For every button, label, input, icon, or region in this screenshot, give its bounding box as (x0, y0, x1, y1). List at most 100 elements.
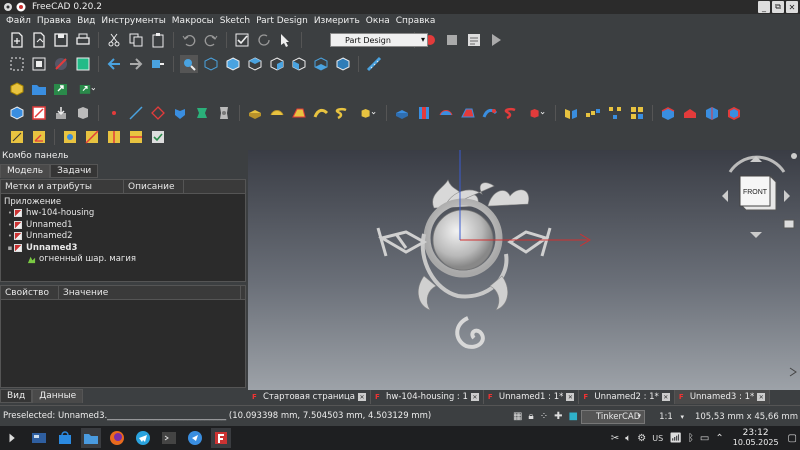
menu-windows[interactable]: Окна (363, 16, 393, 26)
polar-pattern-icon[interactable] (606, 104, 624, 122)
workbench-selector[interactable]: Part Design ▾ (330, 33, 428, 47)
bluetooth-icon[interactable]: ᛒ (688, 433, 694, 444)
sync-view-icon[interactable] (149, 55, 167, 73)
pocket-icon[interactable] (393, 104, 411, 122)
doc-tab-unnamed2[interactable]: F Unnamed2 : 1* ✕ (579, 390, 675, 404)
recompute-icon[interactable] (255, 31, 273, 49)
doc-tab-start[interactable]: F Стартовая страница ✕ (248, 390, 371, 404)
tree-item-unnamed2[interactable]: • Unnamed2 (1, 231, 245, 243)
chamfer-icon[interactable] (681, 104, 699, 122)
measure-linear-icon[interactable] (8, 128, 26, 146)
close-icon[interactable]: ✕ (470, 393, 479, 401)
linear-pattern-icon[interactable] (584, 104, 602, 122)
desktop-icon[interactable]: ▢ (788, 433, 797, 444)
menu-view[interactable]: Вид (74, 16, 98, 26)
refresh-check-icon[interactable] (233, 31, 251, 49)
back-arrow-icon[interactable] (105, 55, 123, 73)
prop-col-value[interactable]: Значение (59, 286, 241, 299)
block-icon[interactable]: ■ (569, 411, 578, 422)
cube-arrow-down-icon[interactable] (750, 232, 762, 238)
datum-plane-icon[interactable] (149, 104, 167, 122)
create-sketch-icon[interactable] (30, 104, 48, 122)
additive-primitive-icon[interactable] (356, 104, 380, 122)
open-document-icon[interactable] (30, 31, 48, 49)
cube-face-front[interactable]: FRONT (743, 189, 768, 196)
draft-icon[interactable] (703, 104, 721, 122)
stop-macro-icon[interactable] (443, 31, 461, 49)
macro-editor-icon[interactable] (465, 31, 483, 49)
tree-expand-icon[interactable]: • (6, 209, 14, 217)
kde-menu-icon[interactable] (3, 2, 13, 12)
telegram-icon[interactable] (133, 428, 153, 448)
wifi-icon[interactable]: 📶︎ (669, 433, 682, 444)
save-icon[interactable] (52, 31, 70, 49)
tree-expand-icon[interactable]: • (6, 232, 14, 240)
kde-connect-icon[interactable] (185, 428, 205, 448)
view-top-icon[interactable] (246, 55, 264, 73)
datum-point-icon[interactable] (105, 104, 123, 122)
firefox-icon[interactable] (107, 428, 127, 448)
tab-model[interactable]: Модель (0, 164, 51, 178)
view-left-icon[interactable] (334, 55, 352, 73)
cube-arrow-right-icon[interactable] (784, 190, 790, 202)
freecad-taskbar-icon[interactable] (211, 428, 231, 448)
measure-angular-icon[interactable] (30, 128, 48, 146)
keyboard-layout[interactable]: US (652, 434, 663, 443)
3d-viewport[interactable]: FRONT (248, 150, 800, 390)
minimize-button[interactable]: _ (758, 1, 770, 13)
doc-tab-unnamed1[interactable]: F Unnamed1 : 1* ✕ (484, 390, 580, 404)
cube-arrow-left-icon[interactable] (722, 190, 728, 202)
create-part-icon[interactable] (8, 80, 26, 98)
network-settings-icon[interactable]: ⚙ (637, 433, 646, 444)
create-body-icon[interactable] (8, 104, 26, 122)
pager-icon[interactable] (29, 428, 49, 448)
tree-item-unnamed1[interactable]: • Unnamed1 (1, 219, 245, 231)
undo-icon[interactable] (180, 31, 198, 49)
groove-icon[interactable] (437, 104, 455, 122)
close-icon[interactable]: ✕ (661, 393, 670, 401)
cube-mini-icon[interactable] (783, 219, 795, 229)
view-isometric-icon[interactable] (202, 55, 220, 73)
new-document-icon[interactable] (8, 31, 26, 49)
boolean-icon[interactable] (61, 128, 79, 146)
tray-expand-icon[interactable]: ⌃ (715, 433, 723, 444)
tab-view[interactable]: Вид (0, 389, 33, 403)
additive-loft-icon[interactable] (290, 104, 308, 122)
cube-menu-icon[interactable] (791, 153, 797, 159)
tree-item-fireball[interactable]: огненный шар. магия (1, 254, 245, 266)
fit-all-icon[interactable] (8, 55, 26, 73)
lock-icon[interactable]: 🔒︎ (528, 411, 533, 422)
run-macro-icon[interactable] (487, 31, 505, 49)
revolution-icon[interactable] (268, 104, 286, 122)
subtractive-helix-icon[interactable] (503, 104, 521, 122)
subtractive-pipe-icon[interactable] (481, 104, 499, 122)
view-bottom-icon[interactable] (312, 55, 330, 73)
multi-transform-icon[interactable] (628, 104, 646, 122)
navigation-style-selector[interactable]: TinkerCAD ▾ (580, 409, 645, 424)
create-group-icon[interactable] (30, 80, 48, 98)
tree-item-hw-104-housing[interactable]: • hw-104-housing (1, 208, 245, 220)
validate-sketch-icon[interactable] (52, 104, 70, 122)
discover-store-icon[interactable] (55, 428, 75, 448)
link-icon[interactable] (52, 80, 70, 98)
section-icon[interactable] (105, 128, 123, 146)
fit-selection-icon[interactable] (30, 55, 48, 73)
additive-helix-icon[interactable] (334, 104, 352, 122)
tree-item-unnamed3[interactable]: ▪ Unnamed3 (1, 242, 245, 254)
split-icon[interactable] (83, 128, 101, 146)
draw-style-icon[interactable] (52, 55, 70, 73)
menu-macros[interactable]: Макросы (169, 16, 217, 26)
close-icon[interactable]: ✕ (566, 393, 575, 401)
fillet-icon[interactable] (659, 104, 677, 122)
scissors-icon[interactable]: ✂ (611, 433, 619, 444)
print-icon[interactable] (74, 31, 92, 49)
link-actions-icon[interactable] (74, 80, 100, 98)
cut-icon[interactable] (105, 31, 123, 49)
view-front-icon[interactable] (224, 55, 242, 73)
menu-sketch[interactable]: Sketch (217, 16, 253, 26)
view-right-icon[interactable] (268, 55, 286, 73)
datum-line-icon[interactable] (127, 104, 145, 122)
volume-icon[interactable]: 🔈︎ (625, 433, 631, 444)
tree-col-description[interactable]: Описание (124, 180, 184, 193)
forward-arrow-icon[interactable] (127, 55, 145, 73)
